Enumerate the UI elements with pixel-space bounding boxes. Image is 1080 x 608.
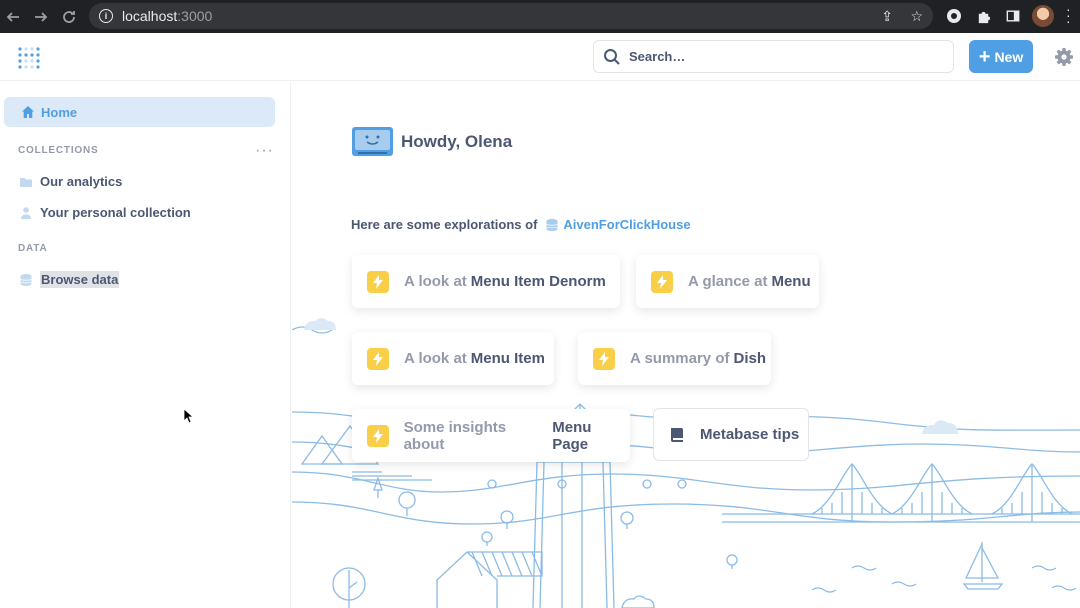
explorations-heading: Here are some explorations of AivenForCl… bbox=[351, 217, 691, 232]
address-bar[interactable]: i localhost:3000 ⇪ ☆ bbox=[89, 3, 933, 29]
book-icon bbox=[671, 427, 683, 442]
back-arrow-icon[interactable] bbox=[2, 6, 24, 28]
card-prefix: A look at bbox=[404, 273, 467, 290]
sidebar-item-our-analytics[interactable]: Our analytics bbox=[19, 174, 122, 189]
bolt-icon bbox=[367, 424, 389, 447]
folder-icon bbox=[20, 177, 32, 187]
reload-icon[interactable] bbox=[58, 6, 80, 28]
mouse-cursor-icon bbox=[183, 408, 193, 424]
greeting: Howdy, Olena bbox=[351, 126, 512, 157]
person-icon bbox=[21, 206, 31, 219]
browser-menu-icon[interactable]: · · · bbox=[1066, 2, 1071, 28]
sidebar-item-label: Browse data bbox=[40, 271, 120, 288]
database-icon bbox=[546, 218, 559, 231]
collections-more-icon[interactable]: ··· bbox=[255, 142, 274, 160]
metabase-tips-card[interactable]: Metabase tips bbox=[653, 408, 809, 461]
card-prefix: A glance at bbox=[688, 273, 768, 290]
app-header: Search… + New bbox=[0, 33, 1080, 81]
bookmark-star-icon[interactable]: ☆ bbox=[910, 8, 923, 25]
search-icon bbox=[604, 48, 620, 65]
sidebar-item-label: Your personal collection bbox=[40, 205, 191, 220]
sidebar-item-personal-collection[interactable]: Your personal collection bbox=[19, 205, 191, 220]
search-placeholder: Search… bbox=[629, 49, 686, 64]
xray-card-menu-item-denorm[interactable]: A look at Menu Item Denorm bbox=[352, 255, 620, 308]
sidebar: Home COLLECTIONS ··· Our analytics Your … bbox=[0, 82, 291, 608]
explorations-prefix: Here are some explorations of bbox=[351, 217, 538, 232]
sidebar-item-browse-data[interactable]: Browse data bbox=[19, 271, 120, 288]
metabot-icon bbox=[352, 127, 393, 156]
url-host: localhost bbox=[122, 8, 178, 24]
collections-heading: COLLECTIONS bbox=[18, 145, 99, 156]
database-link[interactable]: AivenForClickHouse bbox=[563, 217, 690, 232]
card-prefix: Some insights about bbox=[403, 418, 507, 453]
search-input[interactable]: Search… bbox=[593, 40, 954, 73]
card-prefix: A look at bbox=[404, 350, 467, 367]
sidebar-item-label: Our analytics bbox=[40, 174, 123, 189]
card-object: Menu Item bbox=[470, 350, 545, 367]
xray-card-dish[interactable]: A summary of Dish bbox=[578, 332, 771, 385]
main-content: Howdy, Olena Here are some explorations … bbox=[292, 82, 1080, 608]
plus-icon: + bbox=[978, 45, 991, 68]
forward-arrow-icon[interactable] bbox=[30, 6, 52, 28]
puzzle-extensions-icon[interactable] bbox=[973, 6, 993, 26]
card-object: Menu Page bbox=[552, 418, 592, 453]
gear-icon[interactable] bbox=[1054, 47, 1074, 67]
home-icon bbox=[22, 106, 34, 118]
bolt-icon bbox=[367, 347, 389, 370]
bolt-icon bbox=[593, 347, 615, 370]
bolt-icon bbox=[651, 270, 673, 293]
xray-card-menu-item[interactable]: A look at Menu Item bbox=[352, 332, 554, 385]
side-panel-icon[interactable] bbox=[1003, 6, 1023, 26]
card-object: Dish bbox=[733, 350, 766, 367]
greeting-text: Howdy, Olena bbox=[401, 131, 513, 151]
share-icon[interactable]: ⇪ bbox=[881, 8, 893, 25]
card-object: Menu Item Denorm bbox=[470, 273, 606, 290]
site-info-icon[interactable]: i bbox=[99, 9, 113, 23]
profile-avatar[interactable] bbox=[1032, 5, 1054, 27]
xray-card-menu-page[interactable]: Some insights about Menu Page bbox=[352, 409, 630, 462]
metabase-tips-label: Metabase tips bbox=[700, 426, 800, 443]
card-prefix: A summary of bbox=[630, 350, 730, 367]
bolt-icon bbox=[367, 270, 389, 293]
card-object: Menu bbox=[771, 273, 811, 290]
sidebar-item-home[interactable]: Home bbox=[4, 97, 275, 127]
database-icon bbox=[20, 273, 32, 286]
url-text: localhost:3000 bbox=[122, 8, 212, 24]
extension-icon[interactable] bbox=[944, 6, 964, 26]
browser-toolbar: i localhost:3000 ⇪ ☆ · · · bbox=[0, 0, 1080, 33]
xray-card-menu[interactable]: A glance at Menu bbox=[636, 255, 819, 308]
new-button[interactable]: + New bbox=[969, 40, 1033, 73]
url-port: :3000 bbox=[177, 8, 213, 24]
new-button-label: New bbox=[994, 48, 1024, 65]
sidebar-item-home-label: Home bbox=[41, 104, 78, 120]
metabase-logo-icon[interactable] bbox=[17, 46, 41, 70]
data-heading: DATA bbox=[18, 243, 48, 254]
